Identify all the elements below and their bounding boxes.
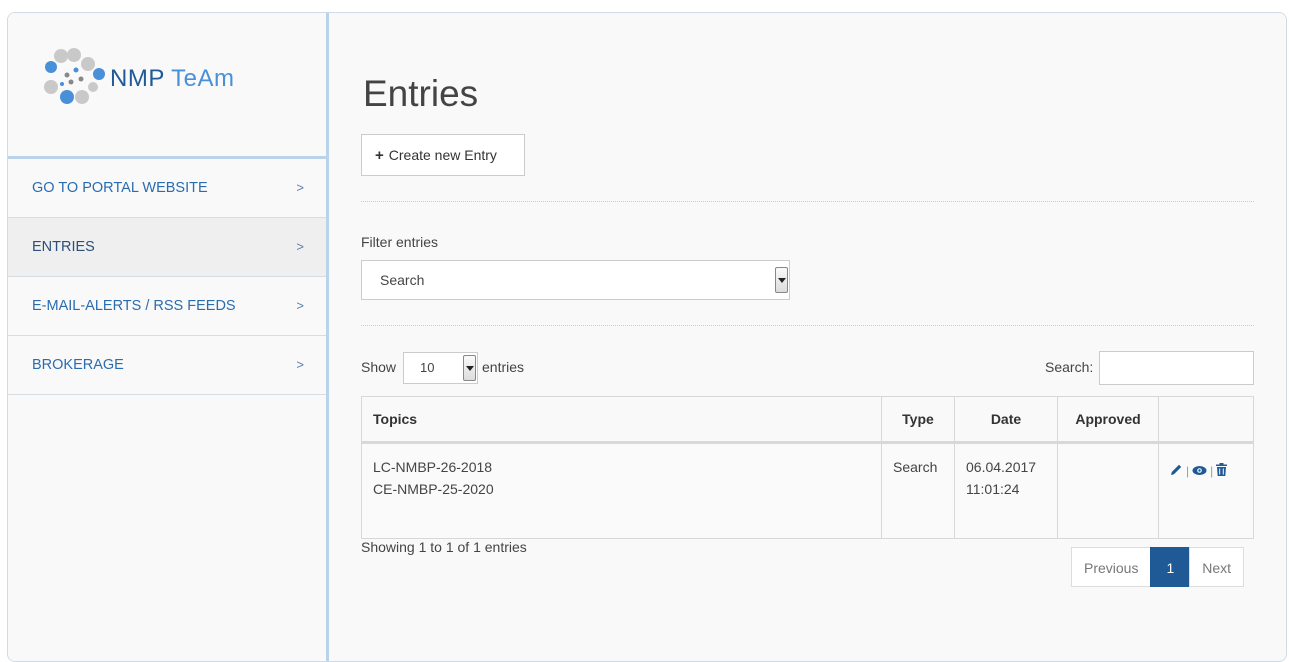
column-header-type[interactable]: Type xyxy=(881,396,955,444)
cell-actions: | | xyxy=(1158,442,1254,539)
chevron-right-icon: > xyxy=(296,298,304,313)
sidebar: NMP TeAm GO TO PORTAL WEBSITE > ENTRIES … xyxy=(8,13,329,661)
chevron-right-icon: > xyxy=(296,180,304,195)
topic: LC-NMBP-26-2018 xyxy=(373,459,493,475)
sidebar-item-brokerage[interactable]: BROKERAGE > xyxy=(8,336,326,395)
sidebar-item-label: E-MAIL-ALERTS / RSS FEEDS xyxy=(32,298,236,314)
create-entry-button[interactable]: + Create new Entry xyxy=(361,134,525,176)
filter-select[interactable]: Search xyxy=(361,260,790,300)
filter-select-value: Search xyxy=(380,272,425,288)
table-header-row: Topics Type Date Approved xyxy=(361,396,1254,444)
edit-pencil-icon[interactable] xyxy=(1170,460,1183,482)
search-input[interactable] xyxy=(1099,351,1254,385)
topic: CE-NMBP-25-2020 xyxy=(373,481,494,497)
cell-topics: LC-NMBP-26-2018 CE-NMBP-25-2020 xyxy=(361,442,882,539)
table-info: Showing 1 to 1 of 1 entries xyxy=(361,539,527,555)
row-actions: | | xyxy=(1170,456,1242,482)
sidebar-item-email-alerts[interactable]: E-MAIL-ALERTS / RSS FEEDS > xyxy=(8,277,326,336)
filter-label: Filter entries xyxy=(361,234,439,250)
date-value: 06.04.2017 xyxy=(966,459,1037,475)
page-length-select[interactable]: 10 xyxy=(403,352,478,384)
table-row: LC-NMBP-26-2018 CE-NMBP-25-2020 Search 0… xyxy=(361,442,1254,539)
entries-table: Topics Type Date Approved LC-NMBP-26-201… xyxy=(361,396,1254,539)
entries-label: entries xyxy=(482,359,525,375)
main-content: Entries + Create new Entry Filter entries… xyxy=(361,13,1256,661)
cell-date: 06.04.2017 11:01:24 xyxy=(954,442,1058,539)
divider xyxy=(361,325,1254,326)
page-title: Entries xyxy=(363,73,479,114)
plus-icon: + xyxy=(375,147,384,164)
logo-text: NMP TeAm xyxy=(110,65,235,93)
search-label: Search: xyxy=(1045,359,1094,375)
sidebar-item-portal-website[interactable]: GO TO PORTAL WEBSITE > xyxy=(8,159,326,218)
chevron-right-icon: > xyxy=(296,357,304,372)
separator: | xyxy=(1210,464,1214,478)
column-header-actions xyxy=(1158,396,1254,444)
logo-text-team: TeAm xyxy=(171,65,235,92)
pagination: Previous 1 Next xyxy=(1071,547,1245,587)
delete-trash-icon[interactable] xyxy=(1216,460,1228,482)
view-eye-icon[interactable] xyxy=(1192,460,1207,482)
page-length-value: 10 xyxy=(420,360,435,375)
network-logo-icon xyxy=(44,48,105,104)
pagination-next[interactable]: Next xyxy=(1189,547,1245,587)
sidebar-item-label: GO TO PORTAL WEBSITE xyxy=(32,180,208,196)
column-header-approved[interactable]: Approved xyxy=(1057,396,1159,444)
dropdown-arrow-icon xyxy=(463,355,476,381)
show-label: Show xyxy=(361,359,397,375)
time-value: 11:01:24 xyxy=(966,481,1020,497)
sidebar-item-label: ENTRIES xyxy=(32,239,95,255)
separator: | xyxy=(1186,464,1190,478)
page-length-control: Show 10 entries xyxy=(361,352,524,384)
cell-type: Search xyxy=(881,442,955,539)
logo[interactable]: NMP TeAm xyxy=(41,47,281,107)
sidebar-nav: GO TO PORTAL WEBSITE > ENTRIES > E-MAIL-… xyxy=(8,156,326,395)
sidebar-item-label: BROKERAGE xyxy=(32,357,124,373)
pagination-page-1[interactable]: 1 xyxy=(1150,547,1191,587)
column-header-date[interactable]: Date xyxy=(954,396,1058,444)
cell-approved xyxy=(1057,442,1159,539)
dropdown-arrow-icon xyxy=(775,267,788,293)
sidebar-item-entries[interactable]: ENTRIES > xyxy=(8,218,326,277)
create-entry-label: Create new Entry xyxy=(388,147,497,163)
pagination-previous[interactable]: Previous xyxy=(1071,547,1152,587)
column-header-topics[interactable]: Topics xyxy=(361,396,882,444)
divider xyxy=(361,201,1254,202)
logo-text-nmp: NMP xyxy=(110,65,165,92)
chevron-right-icon: > xyxy=(296,239,304,254)
app-frame: NMP TeAm GO TO PORTAL WEBSITE > ENTRIES … xyxy=(7,12,1287,662)
